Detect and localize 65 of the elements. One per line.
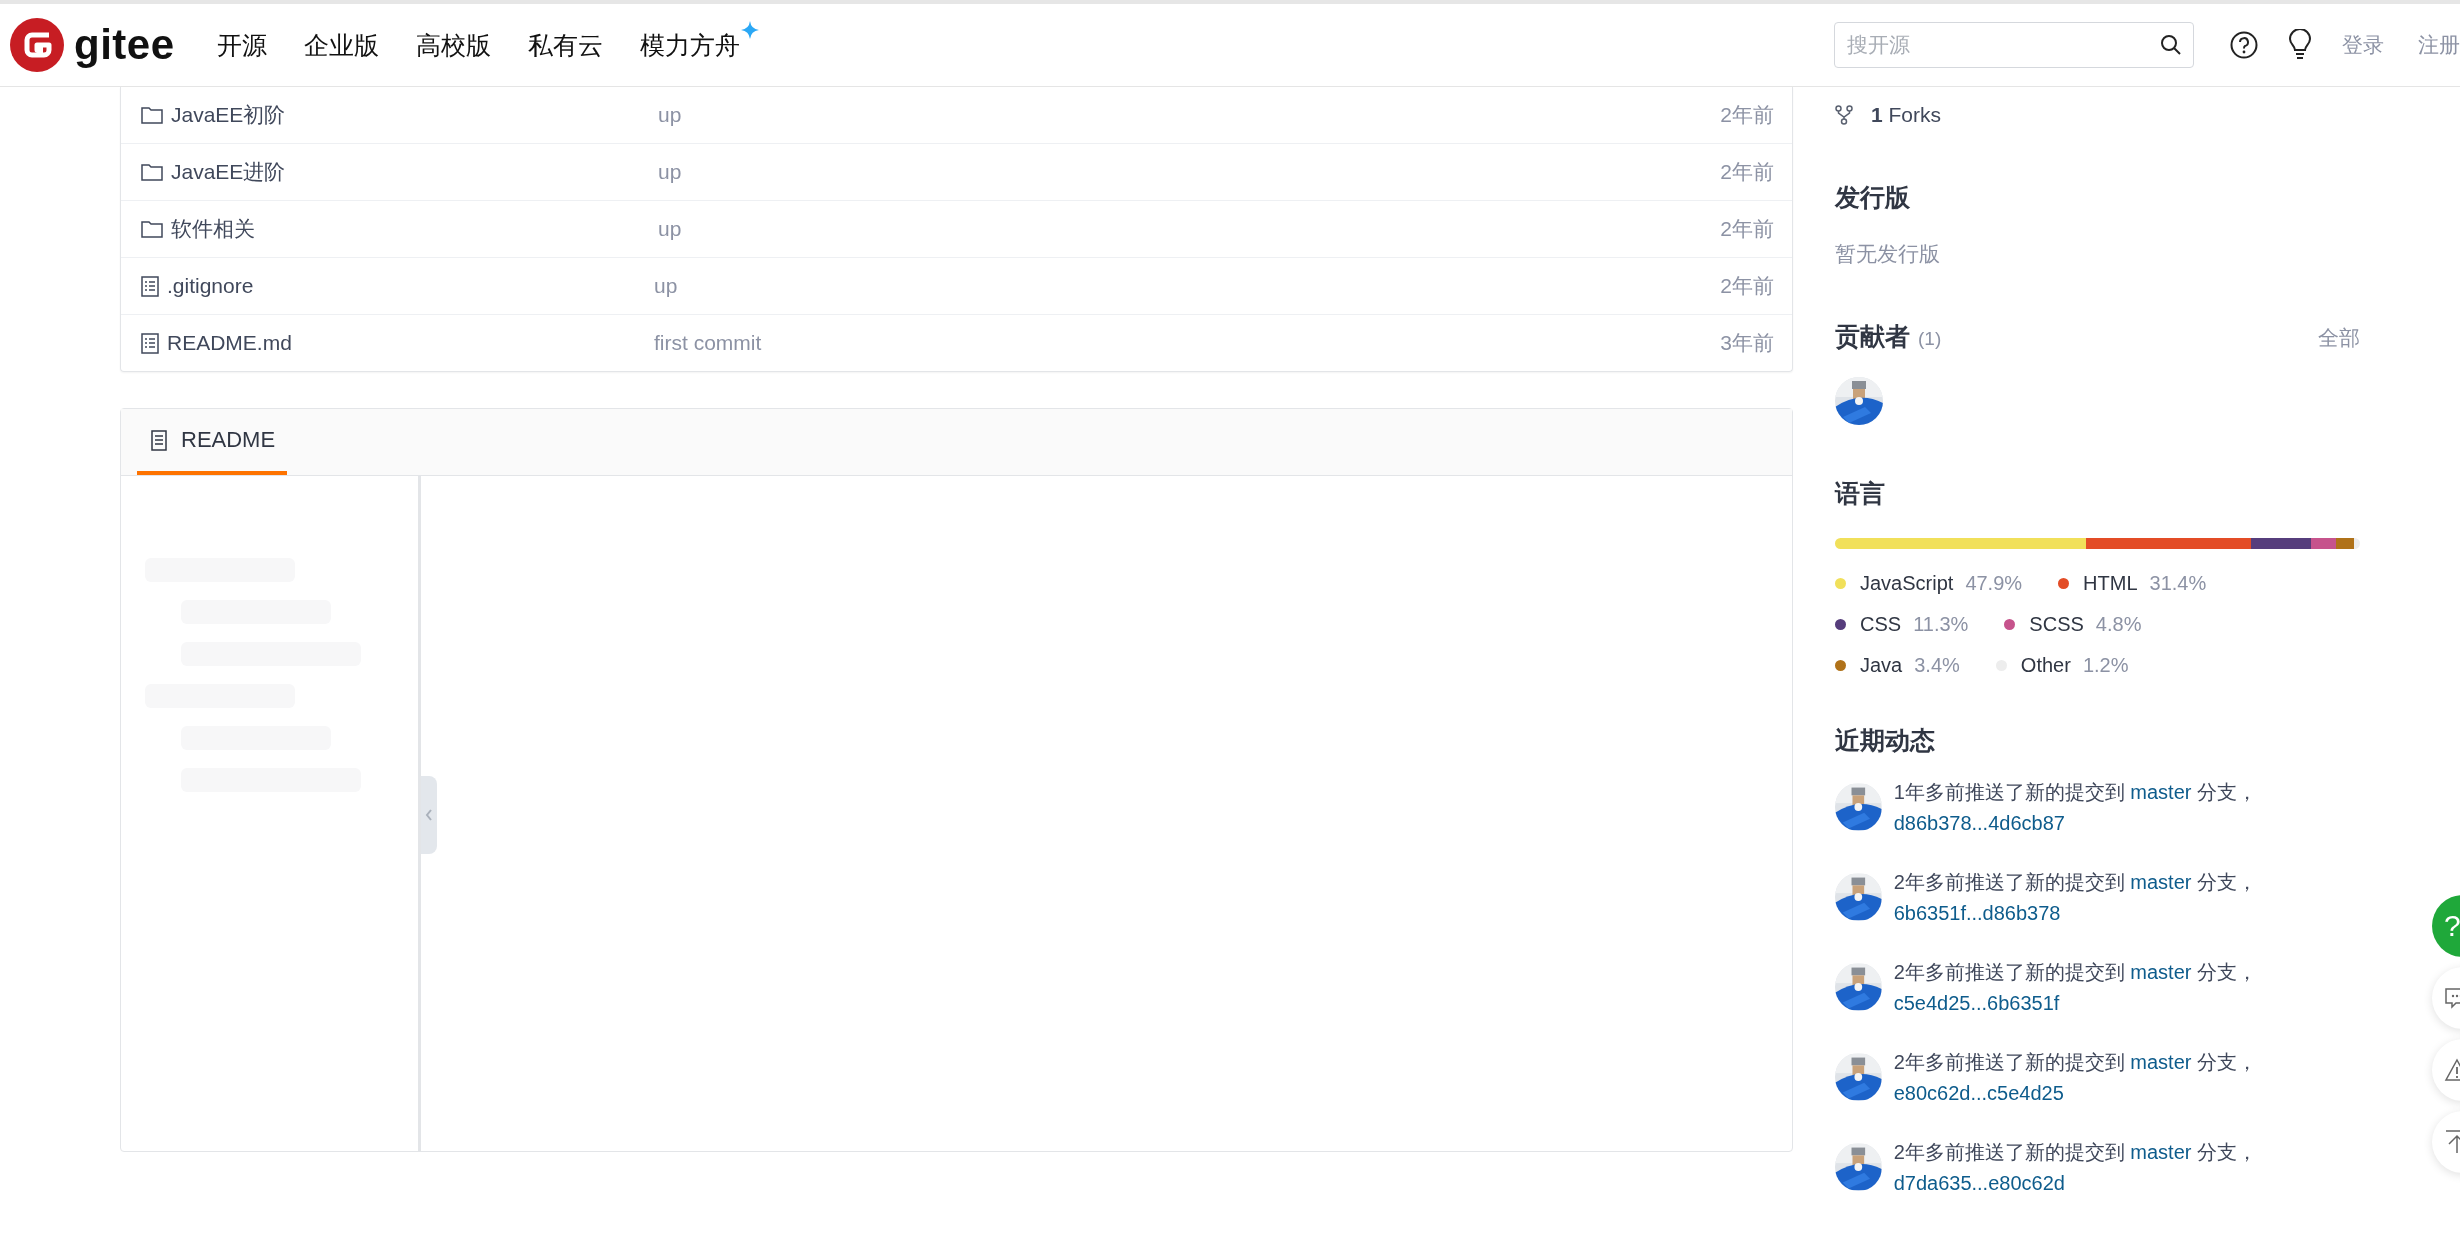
readme-tab[interactable]: README [137, 409, 287, 475]
collapse-handle[interactable] [421, 776, 437, 854]
nav-link[interactable]: 企业版 [291, 16, 404, 74]
language-percent: 11.3% [1913, 613, 1969, 636]
file-name[interactable]: .gitignore [167, 274, 654, 298]
folder-icon [141, 163, 163, 181]
branch-link[interactable]: master [2130, 961, 2192, 983]
file-name[interactable]: README.md [167, 331, 654, 355]
file-icon [141, 332, 159, 354]
folder-icon [141, 220, 163, 238]
file-icon [141, 275, 159, 297]
commit-time: 2年前 [1720, 102, 1774, 128]
activity-text: 2年多前推送了新的提交到 master 分支， c5e4d25...6b6351f [1893, 960, 2258, 1016]
empty-text: 暂无发行版 [1835, 241, 1941, 267]
nav-link[interactable]: 高校版 [403, 16, 516, 74]
activity-text: 1年多前推送了新的提交到 master 分支， d86b378...4d6cb87 [1893, 780, 2258, 836]
file-name[interactable]: JavaEE进阶 [171, 158, 658, 186]
activity-text: 2年多前推送了新的提交到 master 分支， d7da635...e80c62d [1893, 1140, 2258, 1196]
branch-link[interactable]: master [2130, 1051, 2192, 1073]
language-name: Java [1860, 654, 1903, 677]
commit-link[interactable]: d86b378...4d6cb87 [1893, 812, 2065, 834]
commit-link[interactable]: 6b6351f...d86b378 [1893, 902, 2061, 924]
nav-link[interactable]: 模力方舟 [627, 16, 784, 74]
section-title: 近期动态 [1835, 725, 1936, 756]
document-icon [151, 429, 167, 451]
language-percent: 3.4% [1914, 654, 1960, 677]
commit-link[interactable]: c5e4d25...6b6351f [1893, 992, 2060, 1014]
language-percent: 4.8% [2095, 613, 2142, 636]
logo-text[interactable]: gitee [74, 21, 175, 69]
commit-time: 2年前 [1720, 159, 1774, 185]
language-name: SCSS [2029, 613, 2084, 636]
logo-icon[interactable] [10, 18, 64, 72]
folder-icon [141, 106, 163, 124]
sparkle-icon [740, 20, 759, 39]
forks-count[interactable]: 1 Forks [1871, 103, 1942, 127]
language-name: HTML [2083, 572, 2138, 595]
commit-time: 2年前 [1720, 216, 1774, 242]
nav-link[interactable]: 开源 [204, 16, 292, 74]
activity-text: 2年多前推送了新的提交到 master 分支， 6b6351f...d86b378 [1893, 870, 2258, 926]
branch-link[interactable]: master [2130, 1141, 2192, 1163]
fork-icon [1835, 105, 1853, 125]
language-percent: 47.9% [1965, 572, 2023, 595]
branch-link[interactable]: master [2130, 871, 2192, 893]
language-name: JavaScript [1860, 572, 1954, 595]
nav-link[interactable]: 私有云 [515, 16, 628, 74]
activity-text: 2年多前推送了新的提交到 master 分支， e80c62d...c5e4d25 [1893, 1050, 2258, 1106]
lightbulb-icon[interactable] [2288, 29, 2312, 61]
commit-time: 3年前 [1720, 330, 1774, 356]
section-title: 发行版 [1835, 182, 1911, 213]
contributor-count: (1) [1918, 328, 1942, 350]
branch-link[interactable]: master [2130, 781, 2192, 803]
language-percent: 31.4% [2149, 572, 2207, 595]
section-title: 语言 [1835, 478, 1886, 509]
commit-link[interactable]: e80c62d...c5e4d25 [1893, 1082, 2064, 1104]
language-name: CSS [1860, 613, 1902, 636]
section-title: 贡献者 [1835, 321, 1910, 352]
language-percent: 1.2% [2082, 654, 2129, 677]
language-name: Other [2020, 654, 2071, 677]
search-icon[interactable] [2160, 34, 2182, 56]
commit-time: 2年前 [1720, 273, 1774, 299]
file-name[interactable]: JavaEE初阶 [171, 101, 658, 129]
commit-link[interactable]: d7da635...e80c62d [1893, 1172, 2065, 1194]
search-field[interactable]: 搜开源 [1834, 22, 2194, 68]
file-name[interactable]: 软件相关 [171, 215, 658, 243]
help-icon[interactable] [2230, 31, 2258, 59]
